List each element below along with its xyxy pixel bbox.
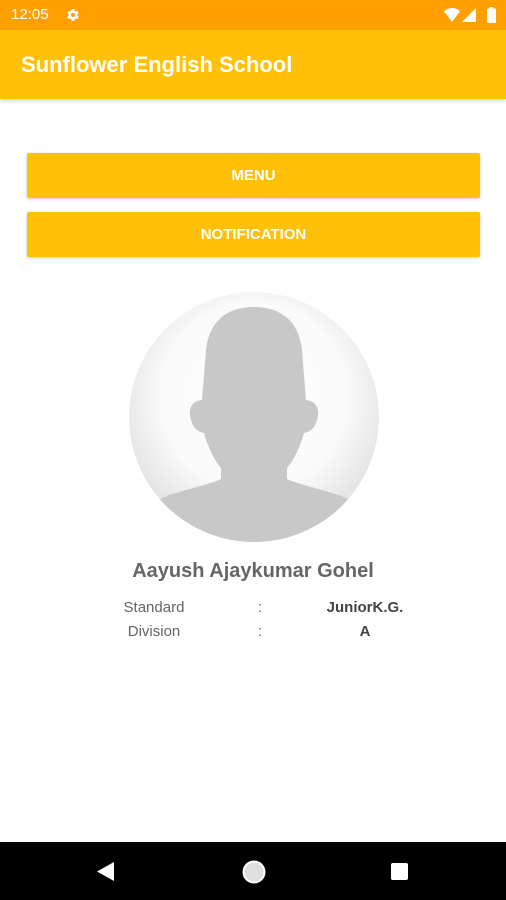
app-bar: Sunflower English School <box>0 30 506 99</box>
battery-icon <box>487 7 496 23</box>
division-value: A <box>359 623 371 640</box>
menu-button[interactable]: MENU <box>27 153 480 198</box>
notification-button[interactable]: NOTIFICATION <box>27 212 480 257</box>
home-icon[interactable] <box>242 860 266 884</box>
division-separator: : <box>257 623 263 640</box>
signal-icon <box>462 8 476 22</box>
status-bar: 12:05 <box>0 0 506 30</box>
standard-value: JuniorK.G. <box>326 599 404 616</box>
recents-icon[interactable] <box>391 863 408 880</box>
standard-label: Standard <box>123 599 185 616</box>
app-title: Sunflower English School <box>21 52 293 77</box>
division-label: Division <box>127 623 181 640</box>
default-person-avatar-icon <box>129 292 379 542</box>
navigation-bar <box>0 842 506 900</box>
wifi-icon <box>444 8 460 22</box>
gear-icon <box>67 9 79 21</box>
standard-separator: : <box>257 599 263 616</box>
info-row-standard: Standard : JuniorK.G. <box>0 599 506 619</box>
back-icon[interactable] <box>97 862 114 881</box>
status-time: 12:05 <box>11 6 49 23</box>
profile-avatar <box>129 292 379 542</box>
student-name: Aayush Ajaykumar Gohel <box>132 560 374 582</box>
info-row-division: Division : A <box>0 623 506 643</box>
